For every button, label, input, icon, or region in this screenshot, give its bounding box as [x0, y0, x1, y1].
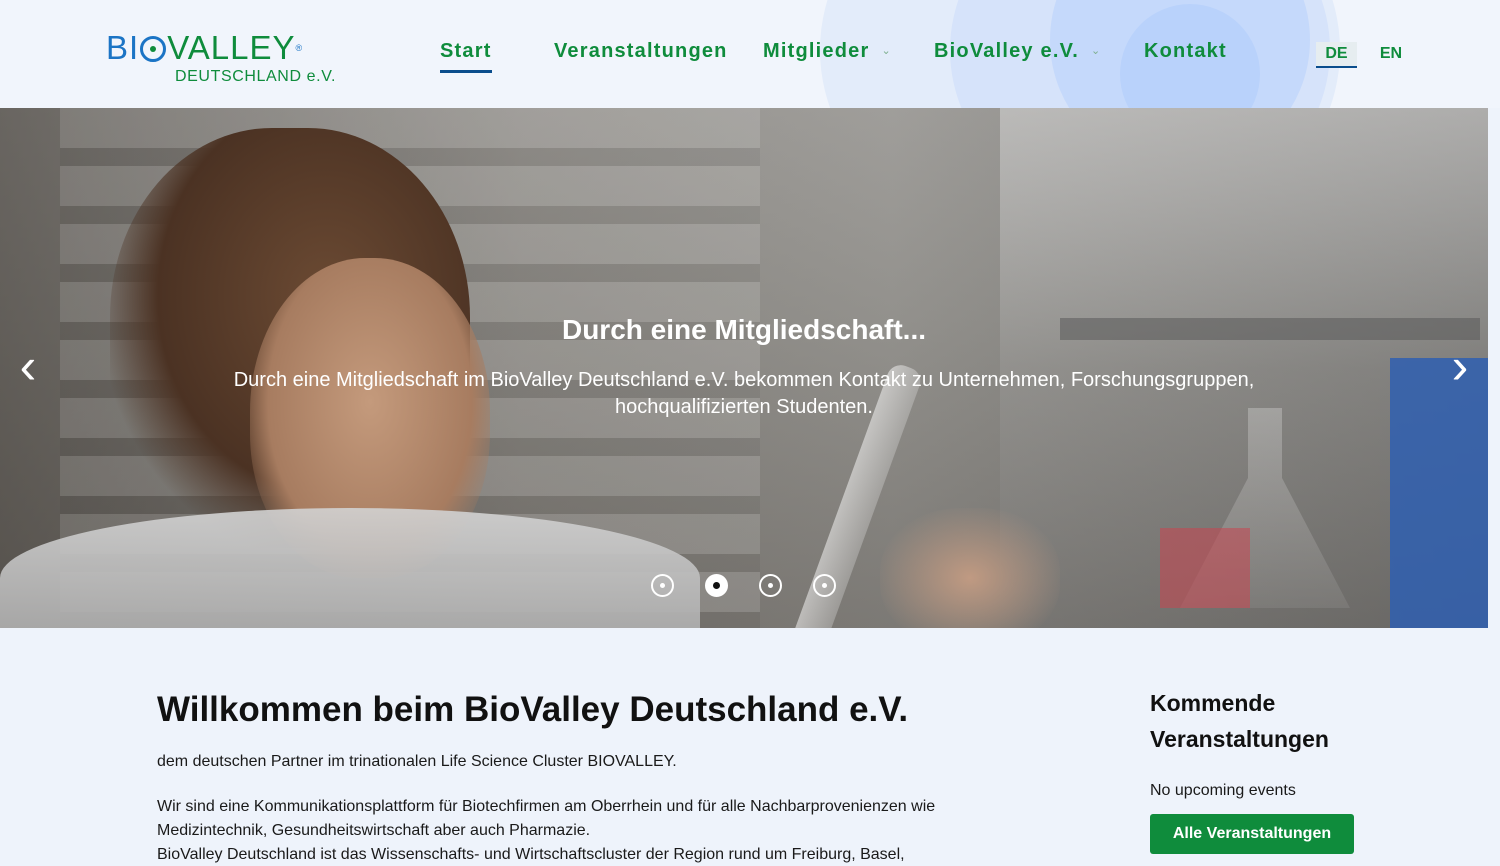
nav-veranstaltungen[interactable]: Veranstaltungen [554, 40, 728, 70]
nav-label: Kontakt [1144, 40, 1227, 62]
language-en[interactable]: EN [1372, 42, 1410, 68]
logo-wordmark: BI VALLEY® [106, 29, 304, 66]
chevron-right-icon[interactable]: › [1440, 341, 1480, 391]
nav-start[interactable]: Start [440, 40, 492, 73]
language-de[interactable]: DE [1316, 42, 1357, 68]
nav-label: Veranstaltungen [554, 40, 728, 62]
chevron-down-icon: ⌄ [881, 45, 892, 57]
intro-paragraph: dem deutschen Partner im trinationalen L… [157, 753, 677, 770]
description-line: Medizintechnik, Gesundheitswirtschaft ab… [157, 822, 591, 839]
nav-label: Start [440, 40, 492, 62]
description-paragraph: Wir sind eine Kommunikationsplattform fü… [157, 795, 957, 866]
nav-label: BioValley e.V. [934, 40, 1080, 62]
logo-o-icon [140, 36, 167, 62]
chevron-left-icon[interactable]: ‹ [8, 341, 48, 391]
chevron-down-icon: ⌄ [1091, 45, 1102, 57]
biovalley-logo[interactable]: BI VALLEY® DEUTSCHLAND e.V. [106, 30, 346, 90]
page-title: Willkommen beim BioValley Deutschland e.… [157, 690, 909, 729]
nav-mitglieder[interactable]: Mitglieder ⌄ [763, 40, 892, 70]
description-line: Wir sind eine Kommunikationsplattform fü… [157, 798, 936, 815]
hero-image-rack [1390, 358, 1488, 628]
no-events-text: No upcoming events [1150, 782, 1296, 799]
slider-dot-4[interactable] [813, 574, 836, 597]
slider-dot-3[interactable] [759, 574, 782, 597]
slide-text: Durch eine Mitgliedschaft im BioValley D… [233, 369, 1255, 418]
slide-title: Durch eine Mitgliedschaft... [561, 314, 927, 345]
slider-dot-2[interactable] [705, 574, 728, 597]
upcoming-events-title: Kommende Veranstaltungen [1150, 690, 1329, 752]
hero-image-hand [880, 508, 1060, 628]
site-header: BI VALLEY® DEUTSCHLAND e.V. Start Veranst… [0, 0, 1500, 108]
hero-slider: Durch eine Mitgliedschaft... Durch eine … [0, 108, 1488, 628]
logo-subline: DEUTSCHLAND e.V. [175, 68, 337, 85]
hero-image-box [1160, 528, 1250, 608]
nav-biovalley-ev[interactable]: BioValley e.V. ⌄ [934, 40, 1101, 70]
nav-label: Mitglieder [763, 40, 870, 62]
description-line: BioValley Deutschland ist das Wissenscha… [157, 846, 905, 863]
slider-dot-1[interactable] [651, 574, 674, 597]
all-events-button[interactable]: Alle Veranstaltungen [1150, 814, 1354, 854]
nav-kontakt[interactable]: Kontakt [1144, 40, 1227, 70]
